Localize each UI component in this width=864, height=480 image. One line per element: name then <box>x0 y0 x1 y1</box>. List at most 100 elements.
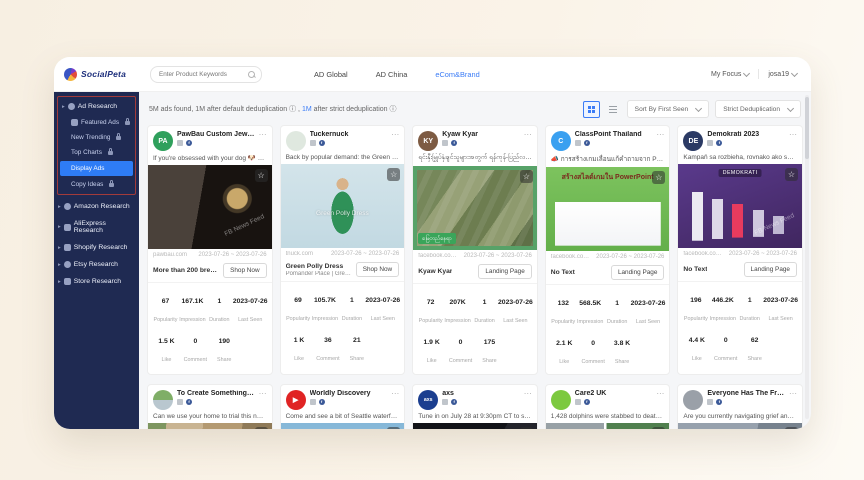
placement-icons: f <box>177 140 255 146</box>
ad-card[interactable]: DE Demokrati 2023 f ⋯ Kampaň sa rozbieha… <box>677 125 803 375</box>
collect-star-icon[interactable]: ☆ <box>785 427 798 429</box>
collect-star-icon[interactable]: ☆ <box>520 427 533 429</box>
cta-button[interactable]: Landing Page <box>478 264 531 279</box>
advertiser-name[interactable]: axs <box>442 390 520 397</box>
sidebar-item-shopify-research[interactable]: ▸ Shopify Research <box>54 239 139 256</box>
ad-domain-link[interactable]: pawbau.com <box>153 252 187 258</box>
ad-creative-image[interactable]: Green Polly Dress ☆ <box>281 164 405 248</box>
ad-creative-image[interactable]: ☆ <box>678 423 802 429</box>
cta-button[interactable]: Landing Page <box>744 262 797 277</box>
more-menu-icon[interactable]: ⋯ <box>656 131 664 139</box>
strict-dedup-count-link[interactable]: 1M <box>302 106 312 113</box>
ad-domain-link[interactable]: facebook.com/10... <box>683 251 724 257</box>
my-focus-menu[interactable]: My Focus <box>711 71 749 78</box>
more-menu-icon[interactable]: ⋯ <box>656 390 664 398</box>
sidebar-item-amazon-research[interactable]: ▸ Amazon Research <box>54 198 139 215</box>
ad-domain-link[interactable]: facebook.com/d*G... <box>418 253 459 259</box>
list-view-toggle[interactable] <box>606 102 621 117</box>
results-area: 5M ads found, 1M after default deduplica… <box>139 92 811 429</box>
ad-card[interactable]: C ClassPoint Thailand f ⋯ 📣 การสร้างเกมเ… <box>545 125 671 375</box>
sidebar-item-copy-ideas[interactable]: Copy Ideas <box>58 177 135 192</box>
more-menu-icon[interactable]: ⋯ <box>391 131 399 139</box>
sidebar-item-display-ads[interactable]: Display Ads <box>60 161 133 176</box>
more-menu-icon[interactable]: ⋯ <box>789 131 797 139</box>
cta-button[interactable]: Landing Page <box>611 265 664 280</box>
nav-ecom-brand[interactable]: eCom&Brand <box>435 70 479 79</box>
more-menu-icon[interactable]: ⋯ <box>259 131 267 139</box>
ad-creative-image[interactable]: FB News Feed ☆ <box>148 165 272 249</box>
more-menu-icon[interactable]: ⋯ <box>789 390 797 398</box>
ad-card[interactable]: Everyone Has The Freedom To... f ⋯ Are y… <box>677 384 803 429</box>
comment-label: Comment <box>449 358 472 364</box>
advertiser-name[interactable]: Demokrati 2023 <box>707 131 785 138</box>
ad-meta-row: tnuck.com 2023-07-26 ~ 2023-07-26 <box>281 248 405 260</box>
collect-star-icon[interactable]: ☆ <box>652 427 665 429</box>
advertiser-name[interactable]: Worldly Discovery <box>310 390 388 397</box>
advertiser-name[interactable]: Kyaw Kyar <box>442 131 520 138</box>
advertiser-name[interactable]: Tuckernuck <box>310 131 388 138</box>
product-search[interactable] <box>150 66 262 83</box>
ad-card[interactable]: ▶ Worldly Discovery f ⋯ Come and see a b… <box>280 384 406 429</box>
collect-star-icon[interactable]: ☆ <box>652 171 665 184</box>
lock-icon <box>108 151 113 155</box>
search-input[interactable] <box>157 70 245 79</box>
collect-star-icon[interactable]: ☆ <box>785 168 798 181</box>
more-menu-icon[interactable]: ⋯ <box>259 390 267 398</box>
ad-creative-image[interactable]: สร้างสไลด์เกมใน PowerPoint ☆ <box>546 167 670 251</box>
account-menu[interactable]: josa19 <box>768 71 797 78</box>
more-menu-icon[interactable]: ⋯ <box>391 390 399 398</box>
ad-creative-image[interactable]: DEMOKRATI FB News Feed ☆ <box>678 164 802 248</box>
ad-domain-link[interactable]: facebook.com/11... <box>551 254 592 260</box>
ad-card[interactable]: To Create Something Exceptio... f ⋯ Can … <box>147 384 273 429</box>
dedup-dropdown[interactable]: Strict Deduplication <box>715 100 801 118</box>
collect-star-icon[interactable]: ☆ <box>387 168 400 181</box>
advertiser-name[interactable]: To Create Something Exceptio... <box>177 390 255 397</box>
cta-row: Kyaw Kyar Landing Page <box>413 262 537 284</box>
placement-icons: f <box>177 399 255 405</box>
ad-card[interactable]: PA PawBau Custom Jewelry f ⋯ If you're o… <box>147 125 273 375</box>
sort-dropdown[interactable]: Sort By First Seen <box>627 100 710 118</box>
search-icon[interactable] <box>248 71 255 78</box>
ad-card[interactable]: axs axs f ⋯ Tune in on July 28 at 9:30pm… <box>412 384 538 429</box>
ad-creative-image[interactable]: မြေတည်နေရာ ☆ <box>413 166 537 250</box>
sidebar-item-ad-research[interactable]: ▸ Ad Research <box>58 98 135 115</box>
collect-star-icon[interactable]: ☆ <box>255 169 268 182</box>
collect-star-icon[interactable]: ☆ <box>387 427 400 429</box>
more-menu-icon[interactable]: ⋯ <box>524 131 532 139</box>
advertiser-name[interactable]: ClassPoint Thailand <box>575 131 653 138</box>
ad-creative-image[interactable]: ☆ <box>148 423 272 429</box>
comment-value: 36 <box>324 337 332 344</box>
ad-meta-row: pawbau.com 2023-07-26 ~ 2023-07-26 <box>148 249 272 261</box>
popularity-value: 132 <box>558 300 569 307</box>
nav-ad-global[interactable]: AD Global <box>314 70 348 79</box>
brand-logo[interactable]: SocialPeta <box>64 68 144 81</box>
more-menu-icon[interactable]: ⋯ <box>524 390 532 398</box>
ad-creative-image[interactable]: ☆ <box>546 423 670 429</box>
sidebar-item-aliexpress-research[interactable]: ▸ AliExpress Research <box>54 215 139 239</box>
advertiser-name[interactable]: Care2 UK <box>575 390 653 397</box>
shopify-icon <box>64 244 71 251</box>
sidebar-item-etsy-research[interactable]: ▸ Etsy Research <box>54 256 139 273</box>
brand-name: SocialPeta <box>81 69 126 79</box>
collect-star-icon[interactable]: ☆ <box>255 427 268 429</box>
grid-view-toggle[interactable] <box>583 101 600 118</box>
scrollbar-thumb[interactable] <box>805 97 809 159</box>
ad-creative-image[interactable]: Seattle Washington ☆ <box>281 423 405 429</box>
popularity-label: Popularity <box>153 317 177 323</box>
advertiser-name[interactable]: Everyone Has The Freedom To... <box>707 390 785 397</box>
ad-card[interactable]: Tuckernuck f ⋯ Back by popular demand: t… <box>280 125 406 375</box>
ad-card[interactable]: Care2 UK f ⋯ 1,428 dolphins were stabbed… <box>545 384 671 429</box>
cta-button[interactable]: Shop Now <box>356 262 400 277</box>
advertiser-name[interactable]: PawBau Custom Jewelry <box>177 131 255 138</box>
sidebar-item-top-charts[interactable]: Top Charts <box>58 145 135 160</box>
collect-star-icon[interactable]: ☆ <box>520 170 533 183</box>
cta-button[interactable]: Shop Now <box>223 263 267 278</box>
sidebar-item-new-trending[interactable]: New Trending <box>58 130 135 145</box>
ad-creative-image[interactable]: ONE NIGHT ONLY ☆ <box>413 423 537 429</box>
ad-domain-link[interactable]: tnuck.com <box>286 251 313 257</box>
nav-ad-china[interactable]: AD China <box>376 70 408 79</box>
card-header: C ClassPoint Thailand f ⋯ <box>546 126 670 153</box>
ad-card[interactable]: KY Kyaw Kyar f ⋯ ရင်းနှီးမြှုပ်နှံချင်သူ… <box>412 125 538 375</box>
sidebar-item-store-research[interactable]: ▸ Store Research <box>54 273 139 290</box>
sidebar-item-featured-ads[interactable]: Featured Ads <box>58 115 135 130</box>
